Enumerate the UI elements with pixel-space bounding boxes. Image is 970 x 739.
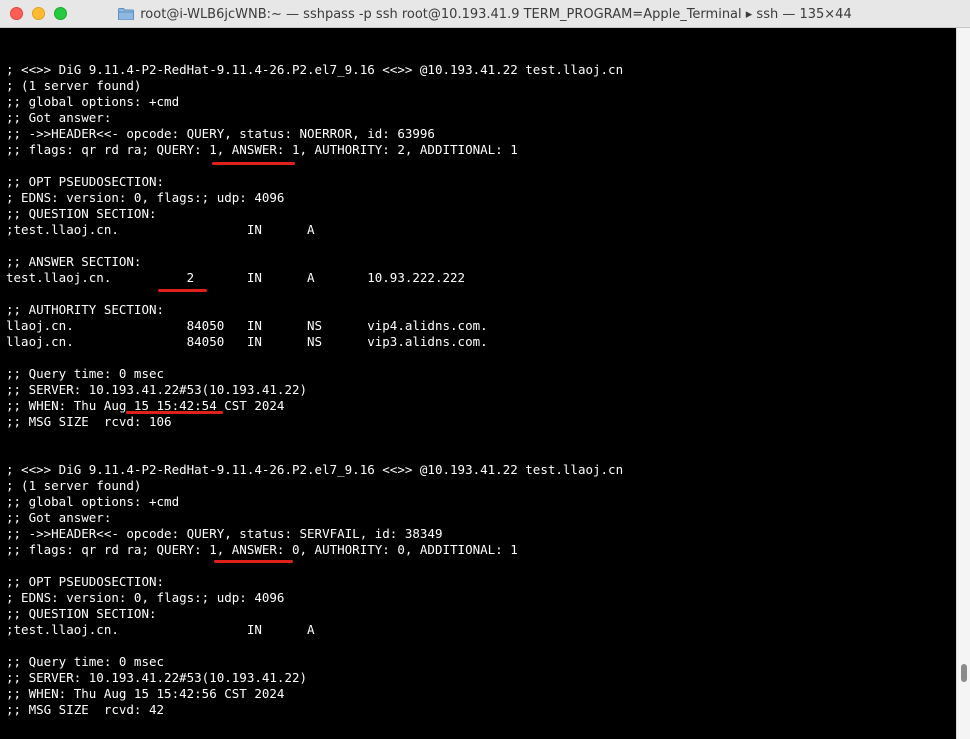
window-title-group: root@i-WLB6jcWNB:~ — sshpass -p ssh root… [0,0,970,28]
terminal-line: ;; QUESTION SECTION: [6,606,157,621]
annotation-underline [212,162,295,165]
terminal-line: ;; ANSWER SECTION: [6,254,142,269]
terminal-line: ; EDNS: version: 0, flags:; udp: 4096 [6,190,285,205]
terminal-line: ;; ->>HEADER<<- opcode: QUERY, status: S… [6,526,443,541]
window-title: root@i-WLB6jcWNB:~ — sshpass -p ssh root… [140,6,852,22]
terminal-line: ;; global options: +cmd [6,94,180,109]
terminal-line: test.llaoj.cn. 2 IN A 10.93.222.222 [6,270,466,285]
terminal-line: ; EDNS: version: 0, flags:; udp: 4096 [6,590,285,605]
terminal-line: ; <<>> DiG 9.11.4-P2-RedHat-9.11.4-26.P2… [6,462,624,477]
terminal-line: ;; QUESTION SECTION: [6,206,157,221]
folder-icon [118,8,135,20]
terminal-line: ;; Query time: 0 msec [6,654,165,669]
terminal-line: ;; Got answer: [6,110,112,125]
terminal-line: ;; global options: +cmd [6,494,180,509]
terminal-line: llaoj.cn. 84050 IN NS vip3.alidns.com. [6,334,488,349]
terminal-line: ; <<>> DiG 9.11.4-P2-RedHat-9.11.4-26.P2… [6,62,624,77]
terminal-line: ;; OPT PSEUDOSECTION: [6,174,165,189]
terminal-line: ;test.llaoj.cn. IN A [6,622,315,637]
terminal-line: ;; SERVER: 10.193.41.22#53(10.193.41.22) [6,670,308,685]
terminal-line: ;; MSG SIZE rcvd: 106 [6,414,172,429]
terminal-line: llaoj.cn. 84050 IN NS vip4.alidns.com. [6,318,488,333]
terminal-line: ;; WHEN: Thu Aug 15 15:42:56 CST 2024 [6,686,285,701]
terminal-window: root@i-WLB6jcWNB:~ — sshpass -p ssh root… [0,0,970,739]
annotation-underline [126,411,223,414]
terminal-line: ;; flags: qr rd ra; QUERY: 1, ANSWER: 0,… [6,542,518,557]
terminal-line: ;; Got answer: [6,510,112,525]
annotation-underline [214,560,293,563]
terminal-line: ;; ->>HEADER<<- opcode: QUERY, status: N… [6,126,435,141]
title-bar: root@i-WLB6jcWNB:~ — sshpass -p ssh root… [0,0,970,28]
terminal-line: ; (1 server found) [6,478,142,493]
terminal-line: ;; OPT PSEUDOSECTION: [6,574,165,589]
terminal-output[interactable]: ; <<>> DiG 9.11.4-P2-RedHat-9.11.4-26.P2… [0,28,956,739]
annotation-underline [158,289,207,292]
terminal-line: ;; SERVER: 10.193.41.22#53(10.193.41.22) [6,382,308,397]
terminal-line: ;; MSG SIZE rcvd: 42 [6,702,165,717]
terminal-line: ;; AUTHORITY SECTION: [6,302,165,317]
terminal-line: ;; flags: qr rd ra; QUERY: 1, ANSWER: 1,… [6,142,518,157]
scrollbar-thumb[interactable] [961,664,967,682]
terminal-line: ;test.llaoj.cn. IN A [6,222,315,237]
terminal-line: ;; Query time: 0 msec [6,366,165,381]
terminal-line: ; (1 server found) [6,78,142,93]
vertical-scrollbar[interactable] [956,28,970,739]
